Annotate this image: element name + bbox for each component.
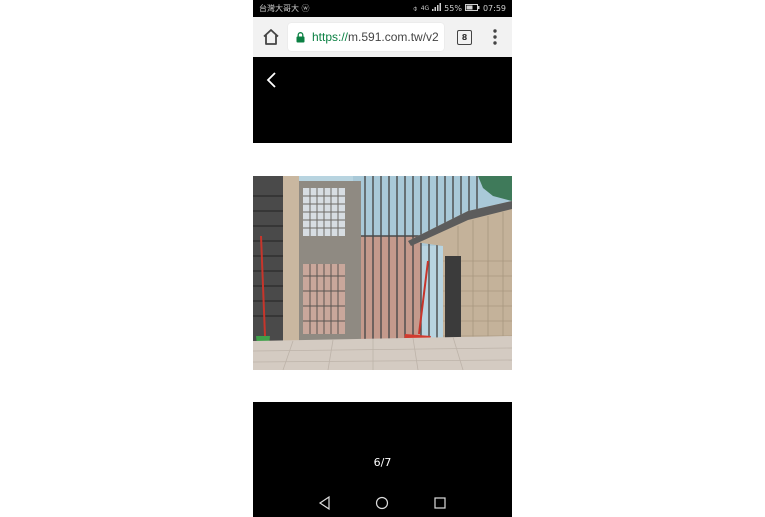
photo-counter: 6/7 [373, 456, 392, 469]
chevron-left-icon[interactable] [265, 71, 279, 89]
more-vert-icon[interactable] [493, 29, 497, 45]
battery-icon [464, 0, 480, 17]
listing-photo[interactable] [253, 176, 512, 370]
browser-toolbar: https://m.591.com.tw/v2 8 [253, 17, 512, 57]
square-recents-icon[interactable] [432, 495, 448, 511]
url-scheme: https:// [312, 30, 349, 44]
status-bar: 台灣大哥大 ⓦ ⌽ 4G 55% 07:59 [253, 0, 512, 17]
triangle-back-icon[interactable] [317, 495, 333, 511]
status-right: ⌽ 4G 55% 07:59 [413, 0, 506, 17]
vibrate-icon: ⌽ [412, 4, 418, 13]
time-label: 07:59 [482, 4, 506, 13]
battery-label: 55% [444, 4, 462, 13]
phone-screen: 台灣大哥大 ⓦ ⌽ 4G 55% 07:59 https://m.591.com… [253, 0, 512, 517]
url-host: m.591.com.tw/v2 [348, 30, 439, 44]
viewer-header [253, 57, 512, 143]
signal-icon [432, 0, 442, 17]
lock-icon [296, 31, 305, 42]
carrier-label: 台灣大哥大 ⓦ [259, 4, 310, 13]
url-text: https://m.591.com.tw/v2 [312, 30, 439, 44]
url-bar[interactable]: https://m.591.com.tw/v2 [288, 23, 444, 51]
viewer-footer: 6/7 [253, 402, 512, 517]
android-nav-bar [253, 490, 512, 517]
tab-switcher-button[interactable]: 8 [457, 30, 472, 45]
home-icon[interactable] [262, 28, 280, 46]
circle-home-icon[interactable] [374, 495, 390, 511]
network-label: 4G [420, 5, 430, 12]
